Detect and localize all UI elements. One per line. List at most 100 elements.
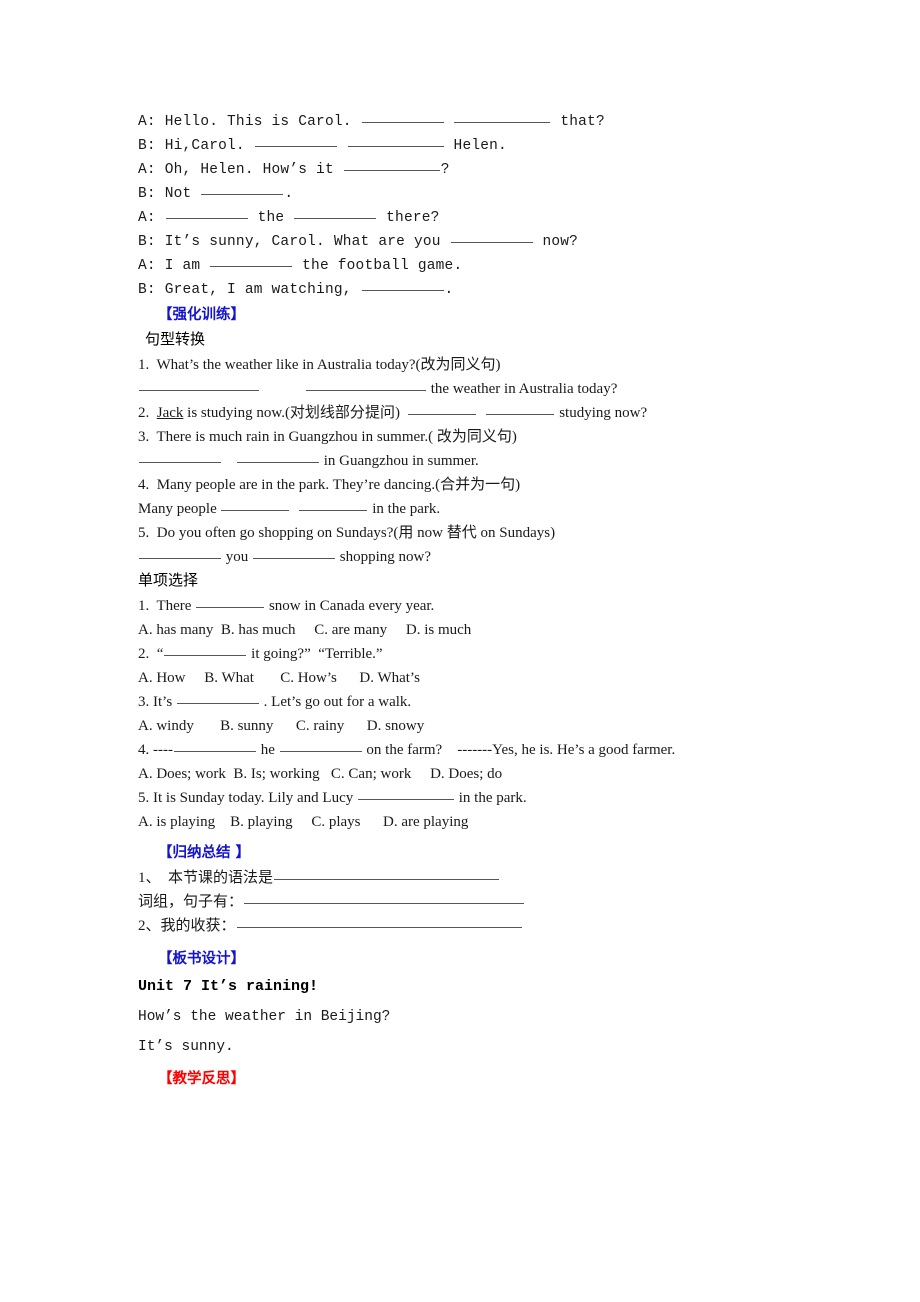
mc-question: 5. It is Sunday today. Lily and Lucy in … [138, 786, 838, 810]
exercise-item: 3. There is much rain in Guangzhou in su… [138, 425, 838, 449]
dialogue-text: . [444, 282, 454, 298]
answer-blank[interactable] [176, 692, 259, 704]
dialogue-text: I am [155, 258, 210, 274]
underlined-word: Jack [156, 405, 184, 421]
answer-blank[interactable] [486, 403, 555, 415]
answer-blank[interactable] [450, 231, 533, 243]
item-prompt [149, 405, 157, 421]
item-number: 2. [138, 646, 150, 662]
question-stem: ---- [149, 742, 173, 758]
question-stem: snow in Canada every year. [265, 598, 435, 614]
section-heading-summary: 【归纳总结 】 [158, 845, 251, 861]
item-number: 5. [138, 790, 150, 806]
answer-blank[interactable] [165, 207, 248, 219]
item-prompt: There is much rain in Guangzhou in summe… [149, 429, 517, 445]
answer-blank[interactable] [164, 644, 247, 656]
board-design-block: Unit 7 It’s raining! How’s the weather i… [138, 972, 838, 1062]
answer-blank[interactable] [253, 547, 335, 559]
answer-blank[interactable] [254, 135, 337, 147]
dialogue-line: B: It’s sunny, Carol. What are you now? [138, 230, 838, 254]
summary-label: 2、我的收获： [138, 918, 236, 934]
mc-options[interactable]: A. How B. What C. How’s D. What’s [138, 666, 838, 690]
answer-blank[interactable] [294, 207, 377, 219]
answer-blank[interactable] [358, 788, 454, 800]
speaker-label: A: [138, 114, 156, 130]
section-heading-drill: 【强化训练】 [158, 307, 245, 323]
answer-text: studying now? [555, 405, 648, 421]
question-stem: he [256, 742, 279, 758]
answer-blank[interactable] [347, 135, 444, 147]
answer-blank[interactable] [221, 499, 290, 511]
mc-question: 1. There snow in Canada every year. [138, 594, 838, 618]
item-number: 1. [138, 598, 150, 614]
answer-blank[interactable] [139, 379, 259, 391]
section-heading-reflection: 【教学反思】 [158, 1071, 245, 1087]
exercise-answer-line: Many people in the park. [138, 497, 838, 521]
dialogue-text: Hello. This is Carol. [155, 114, 361, 130]
answer-blank[interactable] [299, 499, 368, 511]
sentence-transformation-block: 1. What’s the weather like in Australia … [138, 353, 838, 569]
item-number: 5. [138, 525, 150, 541]
summary-label: 1、 本节课的语法是 [138, 870, 274, 886]
board-design-line: It’s sunny. [138, 1039, 234, 1055]
answer-blank[interactable] [306, 379, 426, 391]
question-stem: There [149, 598, 196, 614]
question-stem: it going?” “Terrible.” [247, 646, 383, 662]
exercise-item: 2. Jack is studying now.(对划线部分提问) studyi… [138, 401, 838, 425]
dialogue-text: that? [551, 114, 605, 130]
summary-blank[interactable] [236, 916, 522, 928]
subheading-sentence-transformation: 句型转换 [145, 332, 206, 348]
question-stem: in the park. [455, 790, 527, 806]
document-body: A: Hello. This is Carol. that? B: Hi,Car… [138, 110, 838, 1092]
board-design-title: Unit 7 It’s raining! [138, 978, 319, 995]
answer-blank[interactable] [201, 183, 284, 195]
answer-blank[interactable] [408, 403, 477, 415]
exercise-item: 5. Do you often go shopping on Sundays?(… [138, 521, 838, 545]
answer-blank[interactable] [279, 740, 362, 752]
dialogue-text: the football game. [293, 258, 463, 274]
answer-blank[interactable] [343, 159, 440, 171]
board-design-line: How’s the weather in Beijing? [138, 1009, 391, 1025]
worksheet-page: A: Hello. This is Carol. that? B: Hi,Car… [0, 0, 920, 1302]
item-number: 1. [138, 357, 150, 373]
mc-options[interactable]: A. is playing B. playing C. plays D. are… [138, 810, 838, 834]
subheading-multiple-choice: 单项选择 [138, 573, 199, 589]
answer-blank[interactable] [237, 451, 319, 463]
dialogue-block: A: Hello. This is Carol. that? B: Hi,Car… [138, 110, 838, 302]
item-prompt: is studying now.(对划线部分提问) [183, 405, 408, 421]
answer-text: in the park. [368, 501, 441, 517]
mc-options[interactable]: A. windy B. sunny C. rainy D. snowy [138, 714, 838, 738]
mc-options[interactable]: A. Does; work B. Is; working C. Can; wor… [138, 762, 838, 786]
answer-blank[interactable] [210, 255, 293, 267]
answer-text: shopping now? [336, 549, 431, 565]
speaker-label: A: [138, 258, 156, 274]
answer-blank[interactable] [173, 740, 256, 752]
dialogue-text [156, 210, 165, 226]
mc-question: 4. ---- he on the farm? -------Yes, he i… [138, 738, 838, 762]
item-prompt: Do you often go shopping on Sundays?(用 n… [149, 525, 556, 541]
item-number: 3. [138, 694, 150, 710]
answer-text: in Guangzhou in summer. [320, 453, 479, 469]
mc-question: 2. “ it going?” “Terrible.” [138, 642, 838, 666]
summary-block: 1、 本节课的语法是 词组，句子有： 2、我的收获： [138, 866, 838, 938]
item-number: 4. [138, 742, 150, 758]
dialogue-line: B: Hi,Carol. Helen. [138, 134, 838, 158]
dialogue-text: It’s sunny, Carol. What are you [155, 234, 450, 250]
mc-options[interactable]: A. has many B. has much C. are many D. i… [138, 618, 838, 642]
summary-item: 1、 本节课的语法是 [138, 866, 838, 890]
answer-blank[interactable] [361, 111, 444, 123]
item-number: 2. [138, 405, 150, 421]
summary-blank[interactable] [244, 892, 525, 904]
answer-blank[interactable] [454, 111, 551, 123]
dialogue-text: Great, I am watching, [155, 282, 361, 298]
question-stem: It’s [149, 694, 176, 710]
mc-question: 3. It’s . Let’s go out for a walk. [138, 690, 838, 714]
summary-blank[interactable] [274, 868, 500, 880]
answer-blank[interactable] [139, 451, 221, 463]
dialogue-text: . [284, 186, 294, 202]
answer-blank[interactable] [139, 547, 221, 559]
dialogue-text: Not [155, 186, 201, 202]
answer-blank[interactable] [196, 596, 265, 608]
summary-item: 词组，句子有： [138, 890, 838, 914]
answer-blank[interactable] [361, 279, 444, 291]
